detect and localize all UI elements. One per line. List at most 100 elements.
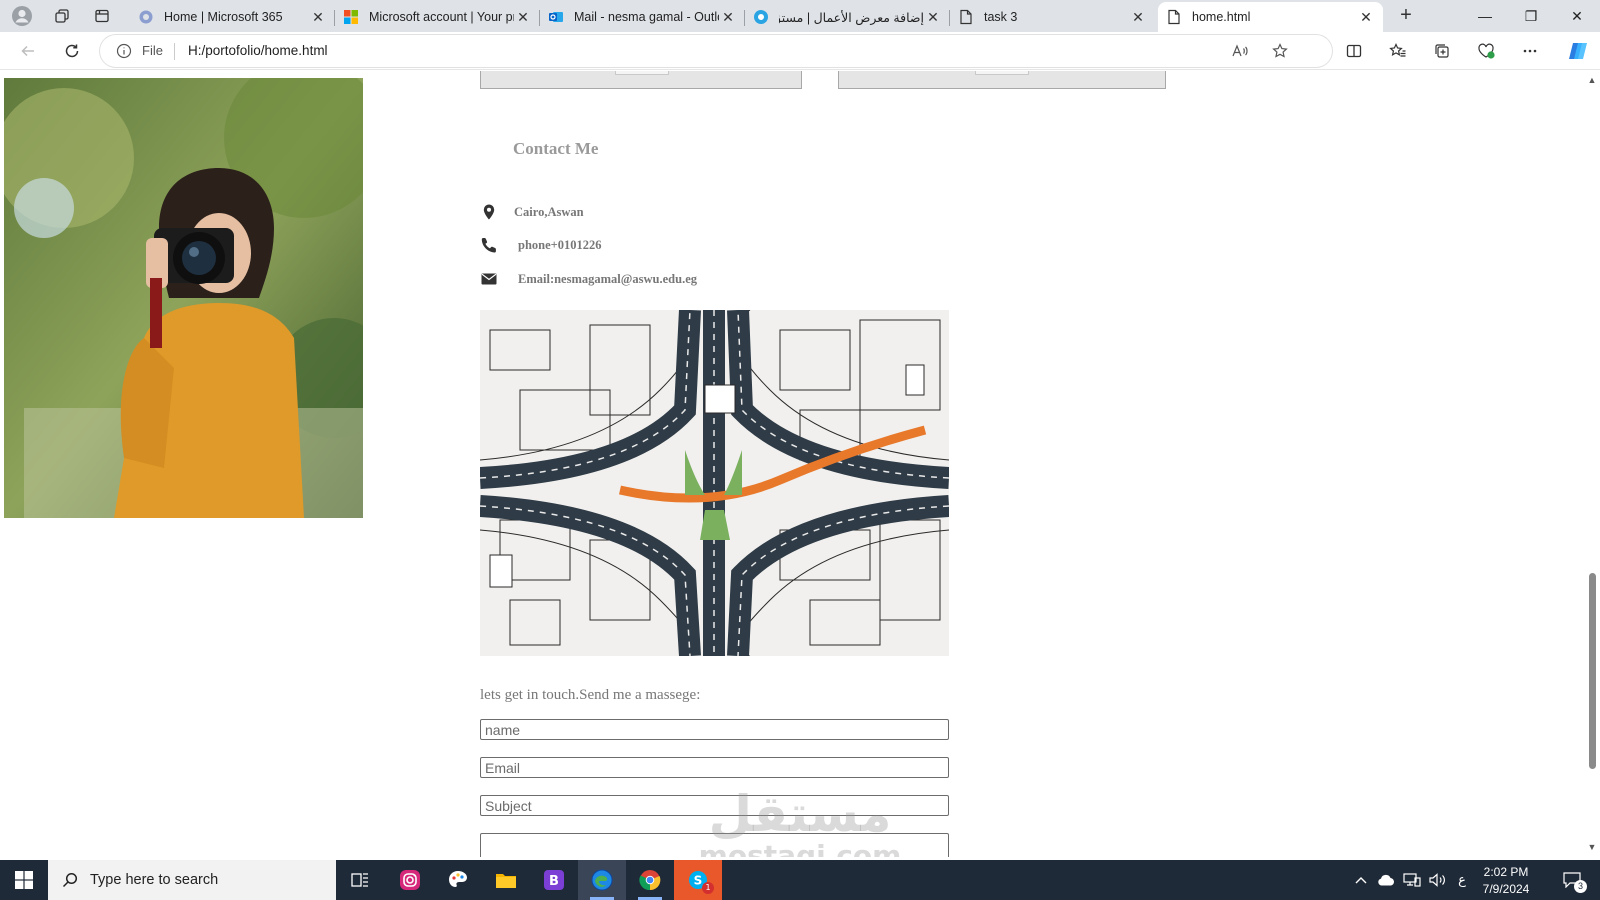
tab-title: task 3 xyxy=(984,10,1018,24)
search-placeholder: Type here to search xyxy=(90,872,219,888)
svg-text:S: S xyxy=(694,874,703,888)
site-info-icon[interactable] xyxy=(116,43,132,59)
close-tab-icon[interactable]: ✕ xyxy=(924,9,942,26)
close-window-button[interactable]: ✕ xyxy=(1554,0,1600,32)
scrollbar-thumb[interactable] xyxy=(1589,573,1596,769)
message-textarea[interactable] xyxy=(480,833,949,857)
minimize-button[interactable]: — xyxy=(1462,0,1508,32)
paint-app-icon[interactable] xyxy=(434,860,482,900)
tab-home-html[interactable]: home.html ✕ xyxy=(1158,2,1383,32)
edge-browser-icon[interactable] xyxy=(578,860,626,900)
taskbar-search-box[interactable]: Type here to search xyxy=(48,860,336,900)
windows-start-icon[interactable] xyxy=(0,860,48,900)
profile-avatar-icon[interactable] xyxy=(8,4,36,28)
profile-photo xyxy=(4,78,363,518)
search-icon xyxy=(62,872,78,888)
microsoft-365-icon xyxy=(138,9,154,25)
split-screen-icon[interactable] xyxy=(1340,38,1368,64)
document-icon xyxy=(958,9,974,25)
scroll-up-arrow-icon[interactable]: ▲ xyxy=(1587,75,1597,85)
roadmap-illustration xyxy=(480,310,949,656)
scroll-down-arrow-icon[interactable]: ▼ xyxy=(1587,842,1597,852)
project-card-right xyxy=(838,71,1166,89)
workspaces-icon[interactable] xyxy=(48,4,76,28)
show-hidden-icons-chevron-icon[interactable] xyxy=(1350,860,1372,900)
tab-title: home.html xyxy=(1192,10,1251,24)
envelope-icon xyxy=(480,270,498,288)
clock-time: 2:02 PM xyxy=(1483,865,1529,879)
onedrive-cloud-icon[interactable] xyxy=(1374,860,1398,900)
map-pin-icon xyxy=(480,203,498,221)
task-view-icon[interactable] xyxy=(336,860,384,900)
contact-phone: phone+0101226 xyxy=(480,235,602,255)
input-language-indicator[interactable]: ع xyxy=(1452,860,1472,900)
tab-actions-icon[interactable] xyxy=(88,4,116,28)
volume-icon[interactable] xyxy=(1426,860,1450,900)
vertical-scrollbar[interactable]: ▲ ▼ xyxy=(1584,71,1600,857)
page-viewport: Contact Me Cairo,Aswan phone+0101226 Ema… xyxy=(0,71,1584,857)
location-text: Cairo,Aswan xyxy=(514,204,584,219)
tab-title: Microsoft account | Your pr xyxy=(369,10,514,24)
url-text[interactable]: H:/portofolio/home.html xyxy=(188,43,328,58)
project-card-button[interactable] xyxy=(975,71,1029,75)
collections-icon[interactable] xyxy=(1428,38,1456,64)
contact-location: Cairo,Aswan xyxy=(480,202,584,222)
scheme-label: File xyxy=(142,43,163,58)
back-arrow-icon[interactable] xyxy=(14,38,42,64)
document-icon xyxy=(1166,9,1182,25)
file-explorer-icon[interactable] xyxy=(482,860,530,900)
close-tab-icon[interactable]: ✕ xyxy=(1129,9,1147,26)
close-tab-icon[interactable]: ✕ xyxy=(1357,9,1375,26)
copilot-icon[interactable] xyxy=(1564,38,1592,64)
tab-task-3[interactable]: task 3 ✕ xyxy=(950,2,1155,32)
project-card-button[interactable] xyxy=(615,71,669,75)
email-text: Email:nesmagamal@aswu.edu.eg xyxy=(518,271,697,286)
tab-title: Mail - nesma gamal - Outlo xyxy=(574,10,719,24)
message-prompt: lets get in touch.Send me a massege: xyxy=(480,687,701,703)
tab-strip: Home | Microsoft 365 ✕ Microsoft account… xyxy=(0,0,1600,32)
tab-mostaql-portfolio[interactable]: إضافة معرض الأعمال | مستق ✕ xyxy=(745,2,950,32)
more-options-icon[interactable] xyxy=(1516,38,1544,64)
favorites-icon[interactable] xyxy=(1384,38,1412,64)
read-aloud-icon[interactable] xyxy=(1226,38,1254,64)
browser-toolbar: File H:/portofolio/home.html xyxy=(0,32,1600,70)
skype-icon[interactable]: S 1 xyxy=(674,860,722,900)
tab-title: إضافة معرض الأعمال | مستق xyxy=(779,10,924,25)
address-bar[interactable]: File H:/portofolio/home.html xyxy=(100,35,1332,67)
subject-field[interactable] xyxy=(480,795,949,816)
notification-count-badge: 3 xyxy=(1574,880,1587,893)
tab-microsoft-account[interactable]: Microsoft account | Your pr ✕ xyxy=(335,2,540,32)
name-field[interactable] xyxy=(480,719,949,740)
project-card-left xyxy=(480,71,802,89)
phone-icon xyxy=(480,236,498,254)
favorite-star-icon[interactable] xyxy=(1266,38,1294,64)
bootstrap-studio-icon[interactable]: B xyxy=(530,860,578,900)
svg-text:B: B xyxy=(549,874,559,889)
phone-text: phone+0101226 xyxy=(518,237,602,252)
restore-button[interactable]: ❐ xyxy=(1508,0,1554,32)
refresh-icon[interactable] xyxy=(58,38,86,64)
clock-date: 7/9/2024 xyxy=(1482,882,1530,896)
mostaql-icon xyxy=(753,9,769,25)
contact-email: Email:nesmagamal@aswu.edu.eg xyxy=(480,269,697,289)
close-tab-icon[interactable]: ✕ xyxy=(719,9,737,26)
new-tab-button[interactable]: + xyxy=(1392,3,1420,29)
notification-center-icon[interactable]: 3 xyxy=(1552,860,1592,900)
browser-essentials-icon[interactable] xyxy=(1472,38,1500,64)
close-tab-icon[interactable]: ✕ xyxy=(309,9,327,26)
windows-taskbar: Type here to search B S 1 ع 2:02 PM 7/9/… xyxy=(0,860,1600,900)
chrome-icon[interactable] xyxy=(626,860,674,900)
contact-heading: Contact Me xyxy=(513,139,599,158)
instagram-icon[interactable] xyxy=(386,860,434,900)
network-icon[interactable] xyxy=(1400,860,1424,900)
tab-title: Home | Microsoft 365 xyxy=(164,10,283,24)
microsoft-logo-icon xyxy=(343,9,359,25)
system-clock[interactable]: 2:02 PM 7/9/2024 xyxy=(1474,864,1538,898)
close-tab-icon[interactable]: ✕ xyxy=(514,9,532,26)
email-field[interactable] xyxy=(480,757,949,778)
skype-badge: 1 xyxy=(702,882,714,894)
address-divider xyxy=(174,43,175,60)
tab-microsoft-365[interactable]: Home | Microsoft 365 ✕ xyxy=(130,2,335,32)
outlook-icon xyxy=(548,9,564,25)
tab-outlook-mail[interactable]: Mail - nesma gamal - Outlo ✕ xyxy=(540,2,745,32)
